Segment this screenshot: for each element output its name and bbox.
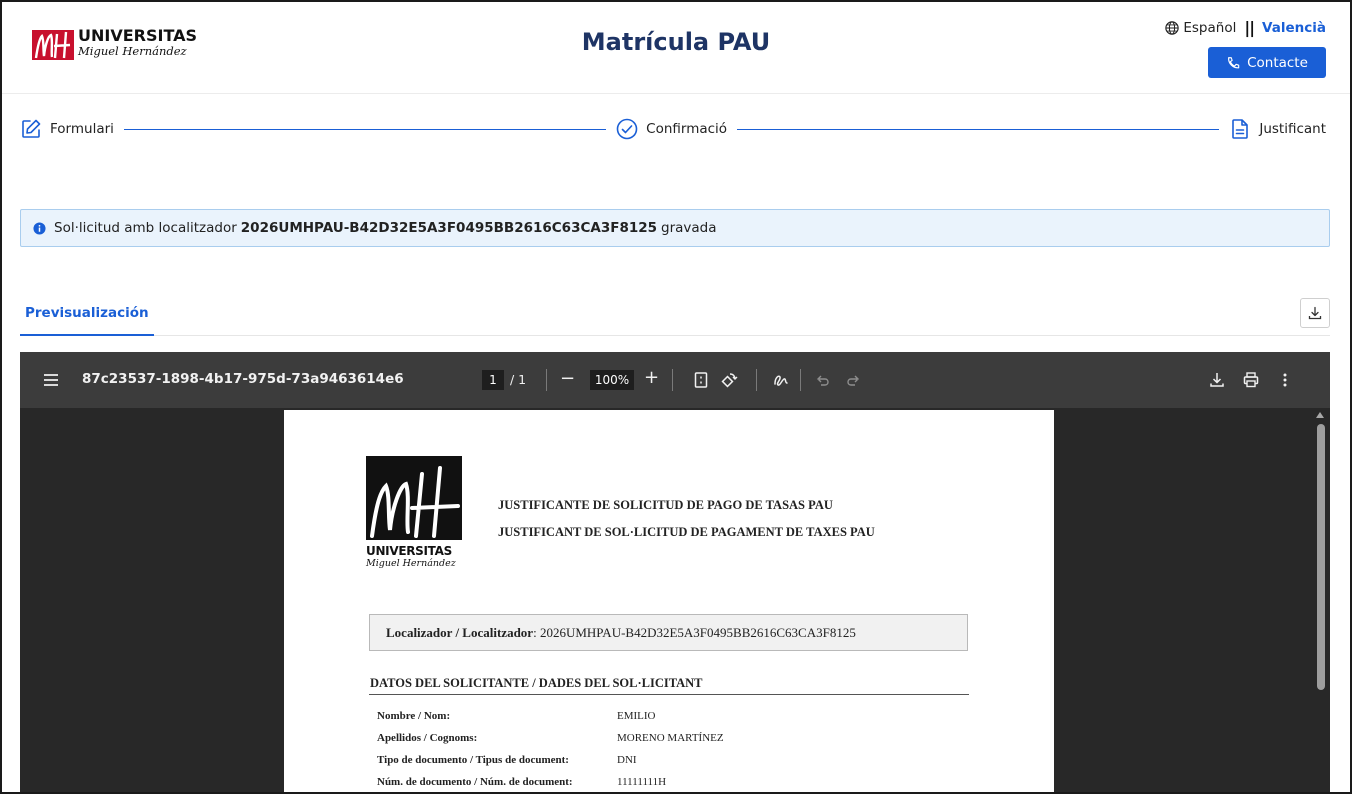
zoom-out-button[interactable]: − bbox=[560, 368, 575, 389]
pdf-filename: 87c23537-1898-4b17-975d-73a9463614e6 bbox=[82, 371, 404, 387]
undo-icon[interactable] bbox=[814, 371, 832, 389]
language-separator: || bbox=[1244, 18, 1255, 37]
step-justificant[interactable]: Justificant bbox=[1229, 118, 1326, 140]
alert-prefix: Sol·licitud amb localitzador bbox=[54, 220, 237, 236]
draw-annotation-icon[interactable] bbox=[772, 371, 790, 389]
header: UNIVERSITAS Miguel Hernández Matrícula P… bbox=[2, 2, 1350, 94]
vertical-scrollbar[interactable] bbox=[1317, 424, 1325, 690]
section-divider bbox=[369, 694, 969, 695]
language-es-link[interactable]: Español bbox=[1183, 20, 1236, 36]
field-label: Nombre / Nom: bbox=[377, 710, 451, 722]
field-label: Núm. de documento / Núm. de document: bbox=[377, 776, 573, 788]
step-label: Formulari bbox=[50, 121, 114, 137]
tab-bar: Previsualización bbox=[20, 292, 1330, 336]
document-icon bbox=[1232, 119, 1249, 139]
page-title: Matrícula PAU bbox=[581, 28, 771, 56]
umh-logo-icon bbox=[370, 466, 460, 538]
phone-icon bbox=[1228, 56, 1240, 68]
pdf-title-es: JUSTIFICANTE DE SOLICITUD DE PAGO DE TAS… bbox=[498, 498, 833, 512]
toolbar-divider bbox=[800, 369, 801, 391]
step-label: Confirmació bbox=[646, 121, 728, 137]
info-icon bbox=[33, 221, 46, 235]
pdf-download-icon[interactable] bbox=[1208, 371, 1226, 389]
toolbar-divider bbox=[546, 369, 547, 391]
toolbar-divider bbox=[672, 369, 673, 391]
rotate-icon[interactable] bbox=[720, 371, 738, 389]
pdf-viewer: 87c23537-1898-4b17-975d-73a9463614e6 1 /… bbox=[20, 352, 1330, 792]
page-total: / 1 bbox=[510, 372, 527, 387]
edit-icon bbox=[22, 119, 41, 138]
globe-icon bbox=[1165, 20, 1180, 35]
zoom-input[interactable]: 100% bbox=[590, 370, 634, 390]
step-connector bbox=[737, 128, 1220, 130]
info-alert: Sol·licitud amb localitzador 2026UMHPAU-… bbox=[20, 209, 1330, 247]
step-connector bbox=[123, 128, 607, 130]
contact-button[interactable]: Contacte bbox=[1208, 47, 1326, 78]
pdf-university-logo: UNIVERSITAS Miguel Hernández bbox=[366, 456, 462, 574]
download-icon bbox=[1308, 306, 1322, 320]
locator-box: Localizador / Localitzador : 2026UMHPAU-… bbox=[369, 614, 968, 651]
tab-previsualizacion[interactable]: Previsualización bbox=[20, 292, 154, 336]
field-value: EMILIO bbox=[617, 710, 656, 722]
pdf-toolbar: 87c23537-1898-4b17-975d-73a9463614e6 1 /… bbox=[20, 352, 1330, 408]
pdf-title-va: JUSTIFICANT DE SOL·LICITUD DE PAGAMENT D… bbox=[498, 525, 875, 539]
language-switcher: Español || Valencià bbox=[1165, 18, 1326, 37]
step-formulari[interactable]: Formulari bbox=[20, 118, 114, 140]
locator-value: : 2026UMHPAU-B42D32E5A3F0495BB2616C63CA3… bbox=[533, 624, 856, 640]
pdf-page: UNIVERSITAS Miguel Hernández JUSTIFICANT… bbox=[284, 410, 1054, 792]
pdf-logo-title: UNIVERSITAS bbox=[366, 544, 452, 558]
field-label: Apellidos / Cognoms: bbox=[377, 732, 478, 744]
field-value: MORENO MARTÍNEZ bbox=[617, 732, 724, 744]
alert-suffix: gravada bbox=[661, 220, 717, 236]
field-label: Tipo de documento / Tipus de document: bbox=[377, 754, 569, 766]
check-circle-icon bbox=[616, 118, 638, 140]
scroll-up-arrow[interactable] bbox=[1316, 412, 1324, 418]
pdf-logo-subtitle: Miguel Hernández bbox=[366, 558, 456, 569]
redo-icon[interactable] bbox=[844, 371, 862, 389]
zoom-in-button[interactable]: + bbox=[644, 367, 659, 388]
contact-button-label: Contacte bbox=[1247, 54, 1308, 71]
language-va-link[interactable]: Valencià bbox=[1262, 20, 1326, 36]
applicant-section-title: DATOS DEL SOLICITANTE / DADES DEL SOL·LI… bbox=[370, 676, 703, 690]
print-icon[interactable] bbox=[1242, 371, 1260, 389]
step-confirmacio[interactable]: Confirmació bbox=[616, 118, 727, 140]
field-value: DNI bbox=[617, 754, 637, 766]
locator-label: Localizador / Localitzador bbox=[386, 624, 534, 640]
progress-stepper: Formulari Confirmació Justificant bbox=[20, 116, 1326, 142]
alert-locator: 2026UMHPAU-B42D32E5A3F0495BB2616C63CA3F8… bbox=[240, 220, 658, 236]
fit-page-icon[interactable] bbox=[692, 371, 710, 389]
app-frame: UNIVERSITAS Miguel Hernández Matrícula P… bbox=[0, 0, 1352, 794]
toolbar-divider bbox=[756, 369, 757, 391]
more-options-icon[interactable] bbox=[1276, 371, 1294, 389]
step-label: Justificant bbox=[1259, 121, 1327, 137]
download-button[interactable] bbox=[1300, 298, 1330, 328]
page-number-input[interactable]: 1 bbox=[482, 370, 504, 390]
field-value: 11111111H bbox=[617, 776, 667, 788]
menu-icon[interactable] bbox=[42, 371, 60, 389]
